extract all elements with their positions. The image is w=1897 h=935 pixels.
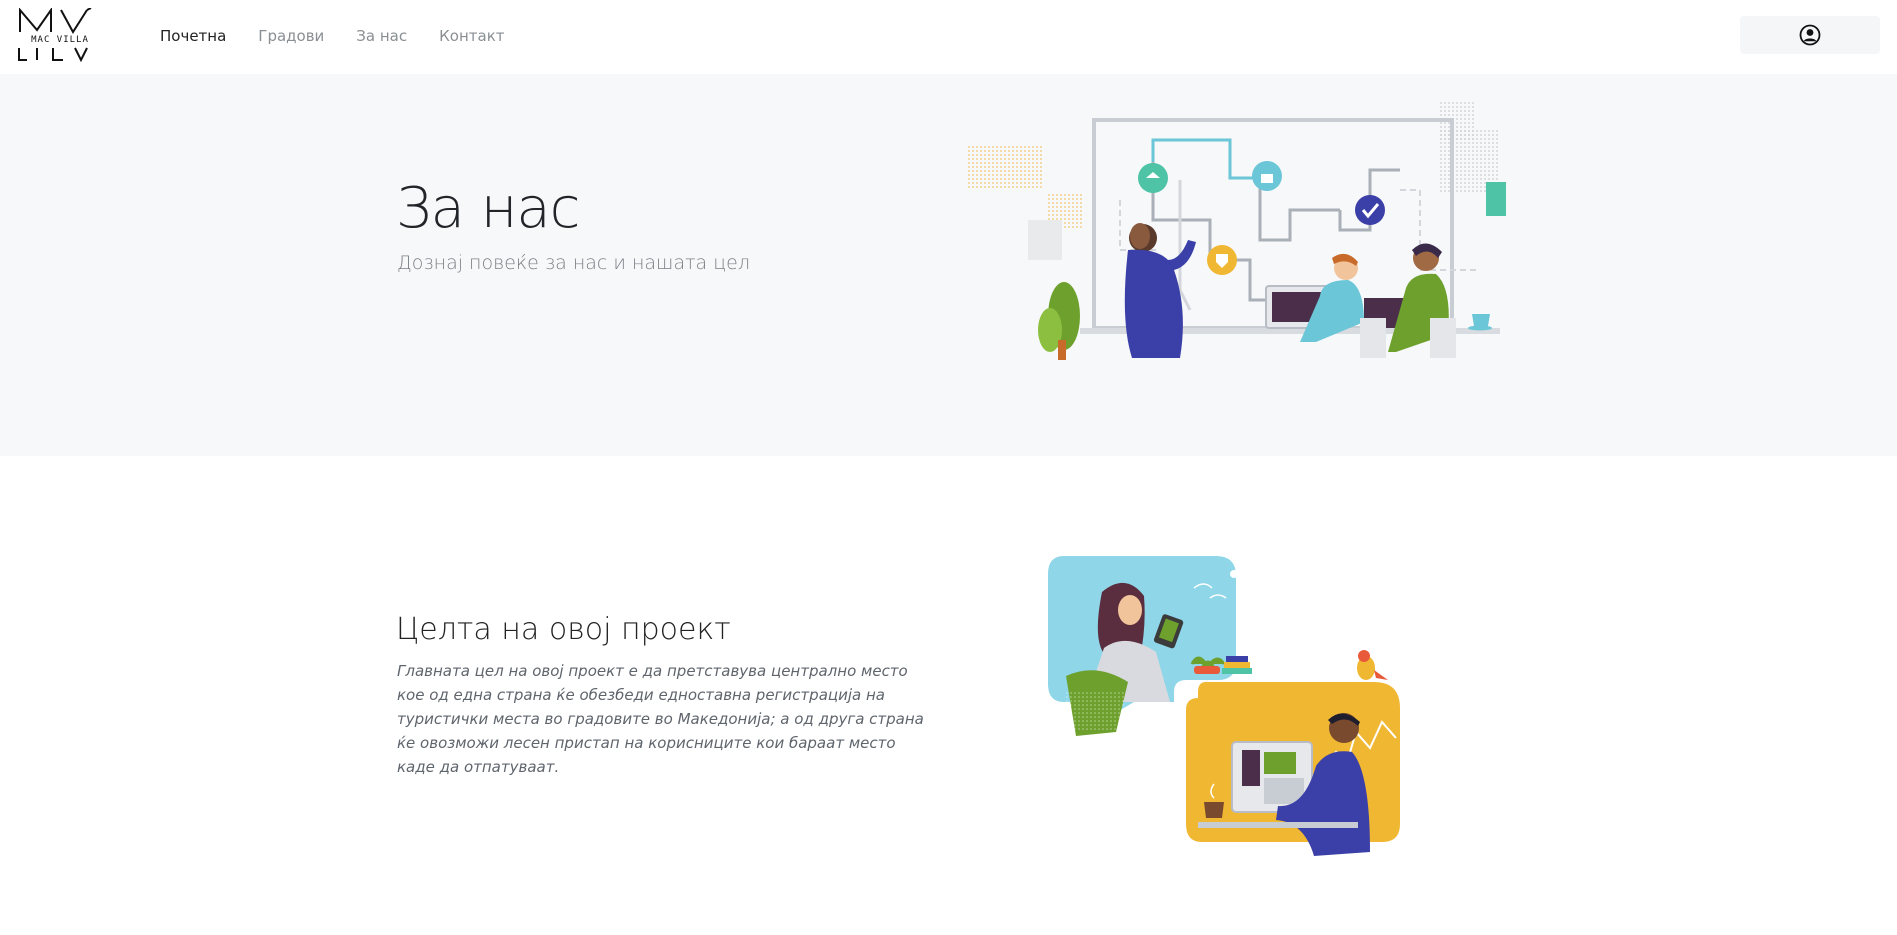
- logo-text: MAC VILLA: [25, 34, 95, 46]
- video-call-illustration: [1048, 556, 1400, 856]
- project-goal-text: Главната цел на овој проект е да претста…: [397, 662, 924, 776]
- nav-about[interactable]: За нас: [340, 27, 423, 45]
- nav-home[interactable]: Почетна: [144, 27, 242, 45]
- team-network-illustration: [966, 100, 1506, 360]
- brand-logo[interactable]: MAC VILLA: [17, 8, 103, 62]
- navbar: MAC VILLA Почетна Градови За нас Контакт: [0, 0, 1897, 74]
- project-goal-title: Целта на овој проект: [396, 612, 731, 647]
- hero-section: За нас Дознај повеќе за нас и нашата цел: [0, 74, 1897, 456]
- page-subtitle: Дознај повеќе за нас и нашата цел: [397, 252, 750, 274]
- nav-contact[interactable]: Контакт: [423, 27, 520, 45]
- nav-cities[interactable]: Градови: [242, 27, 340, 45]
- user-menu-button[interactable]: [1740, 16, 1880, 54]
- main-nav: Почетна Градови За нас Контакт: [144, 0, 521, 72]
- user-circle-icon: [1799, 24, 1821, 46]
- page-title: За нас: [396, 176, 580, 241]
